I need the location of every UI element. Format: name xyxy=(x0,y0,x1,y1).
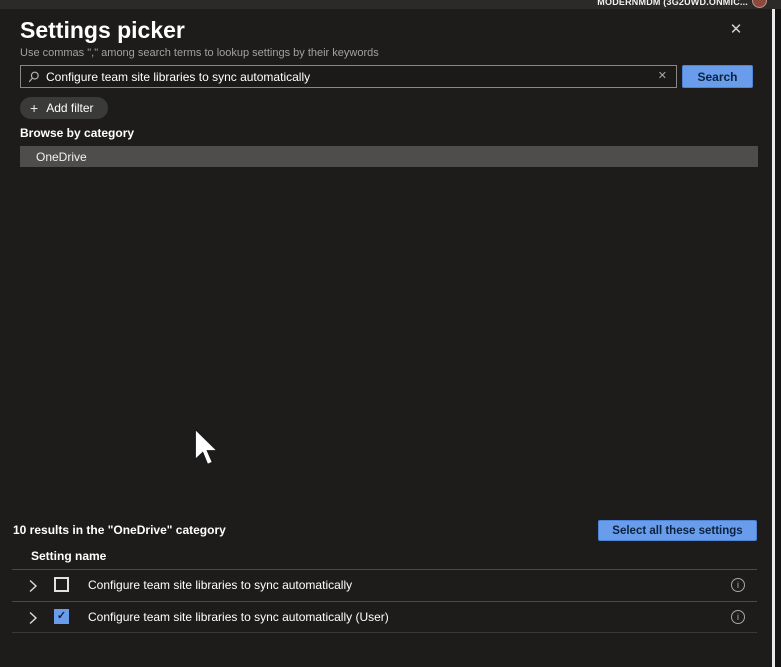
search-input[interactable]: Configure team site libraries to sync au… xyxy=(20,65,677,88)
close-icon[interactable]: ✕ xyxy=(727,21,745,39)
plus-icon: + xyxy=(30,101,38,115)
portal-top-bar: MODERNMDM (3G2UWD.ONMIC... xyxy=(0,0,781,9)
select-all-button[interactable]: Select all these settings xyxy=(598,520,757,541)
info-icon[interactable]: i xyxy=(731,578,745,592)
page-title: Settings picker xyxy=(20,17,185,44)
results-summary: 10 results in the "OneDrive" category xyxy=(13,523,226,537)
browse-by-category-heading: Browse by category xyxy=(20,126,134,140)
account-label[interactable]: MODERNMDM (3G2UWD.ONMIC... xyxy=(597,0,748,7)
row-checkbox[interactable]: ✓ xyxy=(54,577,69,592)
search-hint-text: Use commas "," among search terms to loo… xyxy=(20,47,379,59)
table-row[interactable]: ✓ Configure team site libraries to sync … xyxy=(0,570,772,601)
chevron-right-icon[interactable] xyxy=(28,579,38,598)
search-input-value[interactable]: Configure team site libraries to sync au… xyxy=(46,70,650,84)
add-filter-button[interactable]: + Add filter xyxy=(20,97,108,119)
category-item-onedrive[interactable]: OneDrive xyxy=(20,146,758,167)
background-strip xyxy=(775,0,781,667)
setting-name-label: Configure team site libraries to sync au… xyxy=(88,578,352,592)
chevron-right-icon[interactable] xyxy=(28,611,38,630)
search-icon xyxy=(28,71,40,83)
setting-name-label: Configure team site libraries to sync au… xyxy=(88,610,389,624)
search-button[interactable]: Search xyxy=(682,65,753,88)
table-row[interactable]: ✓ Configure team site libraries to sync … xyxy=(0,602,772,633)
account-avatar[interactable] xyxy=(752,0,767,8)
row-checkbox[interactable]: ✓ xyxy=(54,609,69,624)
settings-picker-screen: MODERNMDM (3G2UWD.ONMIC... Settings pick… xyxy=(0,0,781,667)
clear-search-icon[interactable]: ✕ xyxy=(656,69,669,84)
setting-name-column-header: Setting name xyxy=(31,549,106,563)
divider xyxy=(12,632,757,633)
settings-picker-panel: Settings picker ✕ Use commas "," among s… xyxy=(0,9,772,667)
info-icon[interactable]: i xyxy=(731,610,745,624)
add-filter-label: Add filter xyxy=(46,101,93,115)
check-icon: ✓ xyxy=(57,611,66,622)
